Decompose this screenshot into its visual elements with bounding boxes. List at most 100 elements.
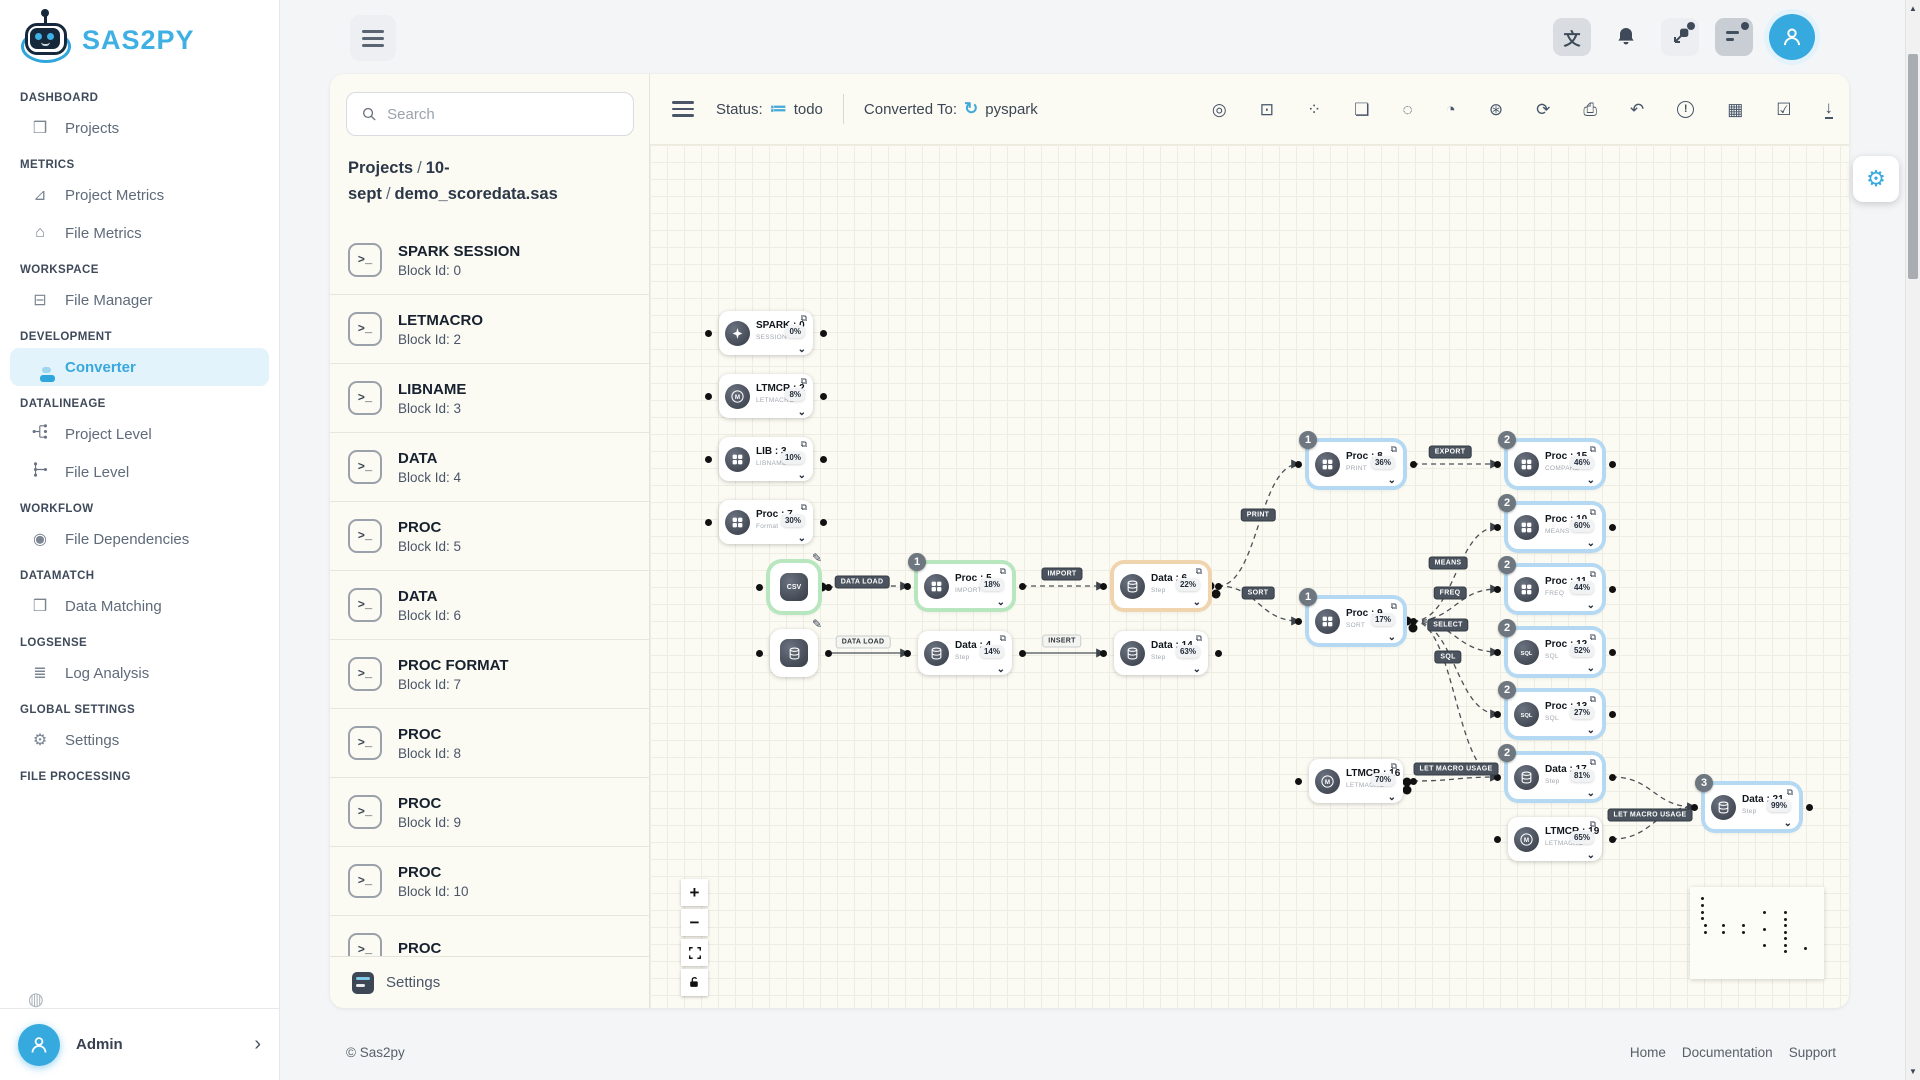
open-external-icon[interactable]: ⧉ [1590,507,1596,518]
zoom-out-button[interactable]: − [681,909,708,936]
sidebar-item-file-metrics[interactable]: ⌂File Metrics [10,214,269,252]
block-list-item[interactable]: >_PROCBlock Id: 9 [330,778,649,847]
sidebar-item-project-metrics[interactable]: ⊿Project Metrics [10,176,269,214]
breadcrumb[interactable]: Projects/10-sept/demo_scoredata.sas [348,156,634,207]
sidebar-item-file-level[interactable]: File Level [10,453,269,491]
sidebar-item-projects[interactable]: ❒Projects [10,109,269,147]
open-external-icon[interactable]: ⧉ [801,502,807,513]
open-external-icon[interactable]: ⧉ [1391,444,1397,455]
open-external-icon[interactable]: ⧉ [1000,566,1006,577]
flow-node-data4[interactable]: Data : 4Step14%⌄⧉ [918,631,1012,675]
open-external-icon[interactable]: ⧉ [801,313,807,324]
open-external-icon[interactable]: ⧉ [1000,633,1006,644]
block-list-item[interactable]: >_SPARK SESSIONBlock Id: 0 [330,226,649,295]
chevron-right-icon[interactable]: › [254,1033,261,1056]
flow-node-proc9[interactable]: 1Proc : 9SORT17%⌄⧉ [1309,599,1403,643]
sidebar-item-data-matching[interactable]: ❒Data Matching [10,587,269,625]
scroll-down-icon[interactable]: ▼ [1906,1067,1920,1076]
refresh-icon[interactable]: ⟳ [1536,101,1550,118]
chevron-down-icon[interactable]: ⌄ [798,407,806,418]
footer-link-documentation[interactable]: Documentation [1682,1045,1773,1060]
flow-node-data14[interactable]: Data : 14Step63%⌄⧉ [1114,631,1208,675]
brand-logo[interactable]: SAS2PY [0,0,279,78]
chevron-down-icon[interactable]: ⌄ [1587,475,1595,486]
block-list-item[interactable]: >_LETMACROBlock Id: 2 [330,295,649,364]
block-list-item[interactable]: >_DATABlock Id: 6 [330,571,649,640]
collapse-icon[interactable] [1661,18,1699,56]
block-list-item[interactable]: >_DATABlock Id: 4 [330,433,649,502]
chevron-down-icon[interactable]: ⌄ [1587,538,1595,549]
flow-node-proc11[interactable]: 2Proc : 11FREQ44%⌄⧉ [1508,567,1602,611]
block-list-item[interactable]: >_PROCBlock Id: 10 [330,847,649,916]
user-avatar[interactable] [1769,14,1815,60]
scroll-up-icon[interactable]: ▲ [1906,4,1920,13]
search-input[interactable] [387,106,619,123]
save-icon[interactable]: ⎙ [1583,101,1597,118]
flow-node-ltmcr19[interactable]: MLTMCR : 19LETMACRO65%⌄⧉ [1508,817,1602,861]
canvas-settings-gear-button[interactable]: ⚙ [1853,156,1899,202]
scrollbar-thumb[interactable] [1908,54,1918,279]
open-external-icon[interactable]: ⧉ [801,376,807,387]
chevron-down-icon[interactable]: ⌄ [997,664,1005,675]
sidebar-item-log-analysis[interactable]: ≣Log Analysis [10,654,269,692]
chevron-down-icon[interactable]: ⌄ [1587,725,1595,736]
edit-pencil-icon[interactable]: ✎ [812,551,822,565]
sidebar-item-project-level[interactable]: Project Level [10,415,269,453]
chevron-down-icon[interactable]: ⌄ [798,470,806,481]
table-icon[interactable]: ▦ [1727,101,1743,118]
chevron-down-icon[interactable]: ⌄ [1193,664,1201,675]
flow-node-ltmcr2[interactable]: MLTMCR : 2LETMACRO8%⌄⧉ [719,374,813,418]
chevron-down-icon[interactable]: ⌄ [798,344,806,355]
block-list-item[interactable]: >_PROCBlock Id: 5 [330,502,649,571]
flow-node-proc15[interactable]: 2Proc : 15COMPARE46%⌄⧉ [1508,442,1602,486]
block-list-item[interactable]: >_PROCBlock Id: 8 [330,709,649,778]
chevron-down-icon[interactable]: ⌄ [1784,818,1792,829]
sidebar-item-file-manager[interactable]: ⊟File Manager [10,281,269,319]
lock-button[interactable] [681,969,708,996]
open-external-icon[interactable]: ⧉ [1590,632,1596,643]
flow-node-proc5[interactable]: 1Proc : 5IMPORT18%⌄⧉ [918,564,1012,608]
page-scrollbar[interactable]: ▲ ▼ [1905,0,1920,1080]
flow-node-ltmcr16[interactable]: MLTMCR : 16LETMACRO70%⌄⧉ [1309,759,1403,803]
fit-view-button[interactable] [681,939,708,966]
open-external-icon[interactable]: ⧉ [1590,444,1596,455]
open-external-icon[interactable]: ⧉ [1391,601,1397,612]
flow-node-proc13[interactable]: 2SQLProc : 13SQL27%⌄⧉ [1508,692,1602,736]
language-icon[interactable]: 文 [1553,18,1591,56]
focus-icon[interactable]: ◎ [1212,101,1227,118]
validate-icon[interactable]: ☑ [1776,101,1791,118]
report-icon[interactable]: ❏ [1354,101,1369,118]
breadcrumb-segment[interactable]: Projects [348,159,413,177]
changelog-icon[interactable] [1715,18,1753,56]
footer-link-home[interactable]: Home [1630,1045,1666,1060]
time-alert-icon[interactable]: ◔ [1446,101,1456,118]
chevron-down-icon[interactable]: ⌄ [1587,850,1595,861]
flow-node-proc7[interactable]: Proc : 7Format30%⌄⧉ [719,500,813,544]
canvas-grid[interactable] [650,144,1849,1008]
flow-node-dbsq[interactable]: ✎ [770,629,818,677]
open-external-icon[interactable]: ⧉ [1787,787,1793,798]
open-external-icon[interactable]: ⧉ [1590,757,1596,768]
block-list-item[interactable]: >_PROC [330,916,649,956]
flow-node-spark0[interactable]: SPARK : 0SESSION0%⌄⧉ [719,311,813,355]
minimap[interactable] [1690,887,1824,979]
chevron-down-icon[interactable]: ⌄ [1587,600,1595,611]
flow-node-proc10[interactable]: 2Proc : 10MEANS60%⌄⧉ [1508,505,1602,549]
flow-node-proc12[interactable]: 2SQLProc : 12SQL52%⌄⧉ [1508,630,1602,674]
code-icon[interactable]: ⊛ [1489,101,1503,118]
edit-pencil-icon[interactable]: ✎ [812,617,822,631]
notifications-icon[interactable] [1607,18,1645,56]
chevron-down-icon[interactable]: ⌄ [997,597,1005,608]
flow-node-lib3[interactable]: LIB : 3LIBNAME10%⌄⧉ [719,437,813,481]
open-external-icon[interactable]: ⧉ [1391,761,1397,772]
chevron-down-icon[interactable]: ⌄ [1388,792,1396,803]
block-list-item[interactable]: >_LIBNAMEBlock Id: 3 [330,364,649,433]
chevron-down-icon[interactable]: ⌄ [1587,788,1595,799]
status-value[interactable]: todo [794,101,823,118]
alert-icon[interactable]: ! [1677,101,1694,118]
download-icon[interactable]: ↓ [1825,99,1834,119]
block-list-item[interactable]: >_PROC FORMATBlock Id: 7 [330,640,649,709]
footer-link-support[interactable]: Support [1789,1045,1836,1060]
flow-node-data6[interactable]: Data : 6Step22%⌄⧉ [1114,564,1208,608]
canvas-menu-icon[interactable] [672,101,694,117]
